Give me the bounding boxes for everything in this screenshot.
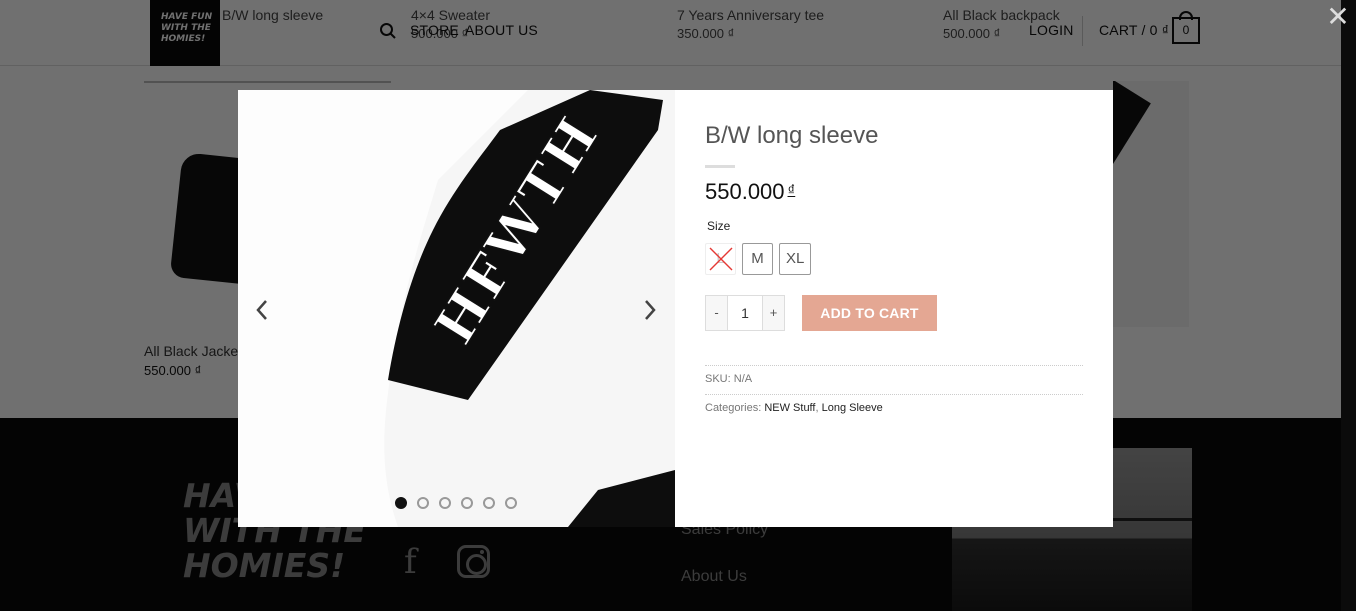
category-link-new-stuff[interactable]: NEW Stuff — [764, 402, 815, 414]
size-option-l[interactable]: L — [705, 243, 736, 275]
gallery-dot[interactable] — [483, 497, 495, 509]
gallery-dots — [395, 497, 517, 509]
sku-label: SKU: — [705, 373, 731, 385]
product-price: 550.000 ₫ — [705, 179, 795, 205]
product-title: B/W long sleeve — [705, 122, 879, 149]
sku: SKU: N/A — [705, 373, 752, 385]
gallery-prev-button[interactable] — [250, 295, 274, 325]
gallery-dot[interactable] — [439, 497, 451, 509]
quantity-plus-button[interactable]: + — [763, 296, 784, 330]
size-options: L M XL — [705, 243, 812, 275]
gallery-next-button[interactable] — [638, 295, 662, 325]
size-label: Size — [707, 219, 731, 233]
sku-value: N/A — [733, 373, 753, 385]
gallery-dot[interactable] — [395, 497, 407, 509]
currency-symbol: ₫ — [787, 182, 796, 199]
size-option-xl[interactable]: XL — [779, 243, 812, 275]
page: B/W long sleeve 4×4 Sweater 500.000 ₫ 7 … — [0, 0, 1356, 611]
size-option-m[interactable]: M — [742, 243, 773, 275]
quick-view-modal: HFWTH B/W long sleeve 550.000₫ Size L — [238, 90, 1113, 527]
unavailable-cross-icon — [709, 247, 733, 271]
product-image: HFWTH — [384, 90, 675, 527]
categories-label: Categories: — [705, 402, 762, 414]
quantity-input[interactable] — [727, 296, 763, 330]
gallery-dot[interactable] — [505, 497, 517, 509]
quantity-minus-button[interactable]: - — [706, 296, 727, 330]
quantity-stepper: - + — [705, 295, 785, 331]
close-icon[interactable]: ✕ — [1326, 3, 1350, 31]
meta-divider — [705, 394, 1083, 395]
gallery-dot[interactable] — [417, 497, 429, 509]
title-divider — [705, 165, 735, 168]
add-to-cart-button[interactable]: ADD TO CART — [802, 295, 937, 331]
gallery-dot[interactable] — [461, 497, 473, 509]
price-value: 550.000 — [705, 179, 785, 204]
meta-divider — [705, 365, 1083, 366]
categories: Categories: NEW Stuff, Long Sleeve — [705, 402, 883, 414]
product-gallery[interactable]: HFWTH — [238, 90, 675, 527]
category-link-long-sleeve[interactable]: Long Sleeve — [822, 402, 883, 414]
